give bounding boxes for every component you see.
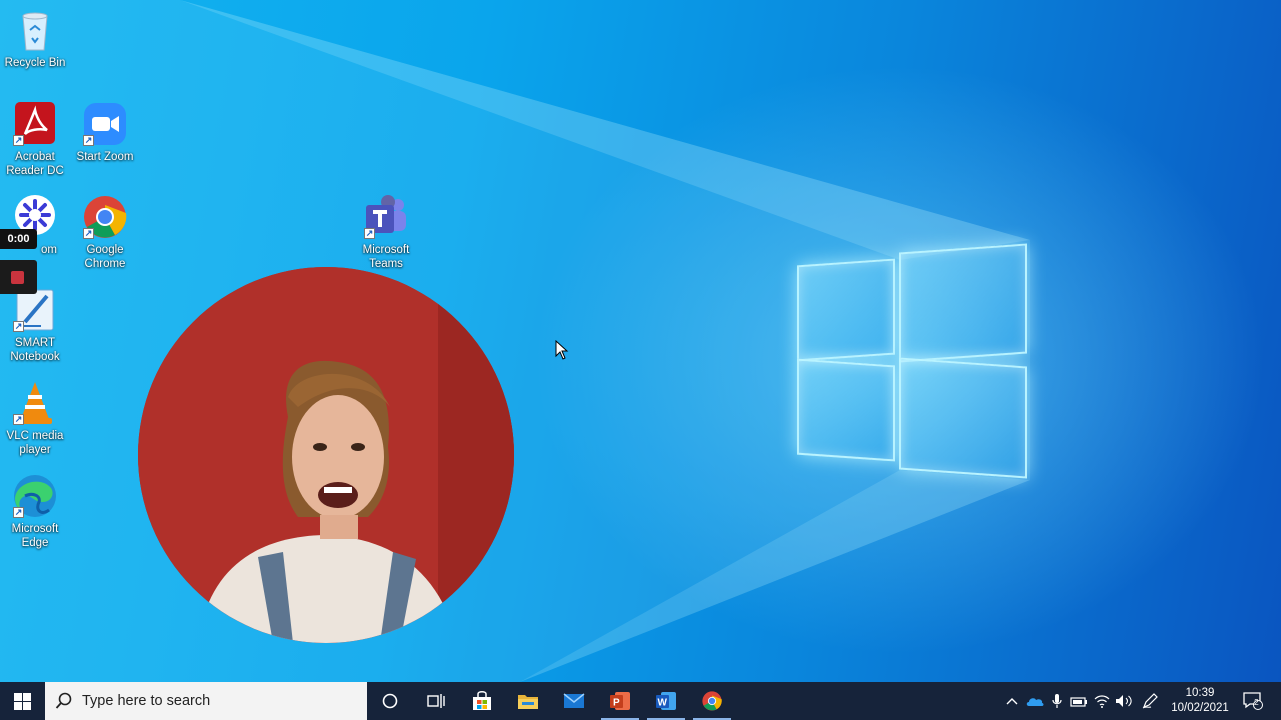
taskbar-file-explorer[interactable] <box>505 682 551 720</box>
desktop-icon-microsoft-edge[interactable]: ↗ Microsoft Edge <box>0 472 70 550</box>
action-center-button[interactable]: 2 <box>1236 682 1270 720</box>
cortana-icon <box>382 693 398 709</box>
task-view-icon <box>427 694 445 708</box>
wifi-icon <box>1094 695 1110 708</box>
start-button[interactable] <box>0 682 45 720</box>
shortcut-arrow-icon: ↗ <box>13 321 24 332</box>
webcam-person-image <box>138 267 514 643</box>
file-explorer-icon <box>518 695 538 709</box>
shortcut-arrow-icon: ↗ <box>83 228 94 239</box>
vlc-icon: ↗ <box>11 379 59 427</box>
desktop-icon-acrobat-reader[interactable]: ↗ Acrobat Reader DC <box>0 100 70 178</box>
desktop-icon-label: VLC media player <box>6 430 64 456</box>
desktop-icon-label: om <box>41 244 57 256</box>
task-view-button[interactable] <box>413 682 459 720</box>
cortana-button[interactable] <box>367 682 413 720</box>
store-icon <box>473 691 491 710</box>
shortcut-arrow-icon: ↗ <box>13 507 24 518</box>
onedrive-icon <box>1026 697 1044 706</box>
word-icon: W <box>656 692 676 710</box>
chrome-icon: ↗ <box>81 193 129 241</box>
volume-button[interactable] <box>1113 682 1135 720</box>
windows-start-icon <box>14 692 31 710</box>
volume-icon <box>1116 695 1132 707</box>
desktop-icon-label: SMART Notebook <box>10 337 60 363</box>
teams-icon: ↗ <box>362 193 410 241</box>
chrome-icon <box>702 691 722 711</box>
pen-icon <box>1142 693 1158 709</box>
taskbar-clock[interactable]: 10:39 10/02/2021 <box>1165 682 1235 720</box>
desktop-icon-label: Start Zoom <box>76 151 134 163</box>
desktop-icon-google-chrome[interactable]: ↗ Google Chrome <box>70 193 140 271</box>
taskbar-mail[interactable] <box>551 682 597 720</box>
clock-time: 10:39 <box>1185 687 1215 699</box>
battery-button[interactable] <box>1068 682 1090 720</box>
edge-icon: ↗ <box>11 472 59 520</box>
desktop-icon-start-zoom[interactable]: ↗ Start Zoom <box>70 100 140 164</box>
taskbar-search-box[interactable]: Type here to search <box>45 682 367 720</box>
recording-timer: 0:00 <box>0 229 37 249</box>
desktop[interactable]: Recycle Bin ↗ Acrobat Reader DC ↗ Start … <box>0 0 1281 682</box>
taskbar-chrome[interactable] <box>689 682 735 720</box>
pen-workspace-button[interactable] <box>1139 682 1161 720</box>
desktop-icon-microsoft-teams[interactable]: ↗ Microsoft Teams <box>351 193 421 271</box>
acrobat-reader-icon: ↗ <box>11 100 59 148</box>
shortcut-arrow-icon: ↗ <box>364 228 375 239</box>
webcam-feed[interactable] <box>138 267 514 643</box>
desktop-icon-smart-notebook[interactable]: ↗ SMART Notebook <box>0 286 70 364</box>
stop-icon <box>11 271 24 284</box>
stop-recording-button[interactable] <box>0 260 37 294</box>
shortcut-arrow-icon: ↗ <box>13 135 24 146</box>
desktop-icon-label: Google Chrome <box>84 244 126 270</box>
taskbar: Type here to search P W 10:39 10/02/2021… <box>0 682 1281 720</box>
desktop-icon-label: Recycle Bin <box>4 57 66 69</box>
taskbar-powerpoint[interactable]: P <box>597 682 643 720</box>
taskbar-word[interactable]: W <box>643 682 689 720</box>
zoom-icon: ↗ <box>81 100 129 148</box>
svg-text:P: P <box>613 698 620 709</box>
microphone-button[interactable] <box>1047 682 1067 720</box>
chevron-up-icon <box>1006 698 1018 705</box>
search-icon <box>55 692 72 709</box>
shortcut-arrow-icon: ↗ <box>83 135 94 146</box>
notification-count: 2 <box>1254 697 1259 707</box>
onedrive-button[interactable] <box>1024 682 1046 720</box>
powerpoint-icon: P <box>610 692 630 710</box>
desktop-icon-vlc-media-player[interactable]: ↗ VLC media player <box>0 379 70 457</box>
desktop-icon-label: Microsoft Edge <box>11 523 59 549</box>
microphone-icon <box>1052 694 1062 708</box>
clock-date: 10/02/2021 <box>1171 702 1229 714</box>
recycle-bin-icon <box>11 6 59 54</box>
desktop-icon-label: Acrobat Reader DC <box>6 151 64 177</box>
mouse-cursor-icon <box>555 340 569 360</box>
search-placeholder: Type here to search <box>82 693 211 709</box>
wifi-button[interactable] <box>1091 682 1113 720</box>
battery-icon <box>1070 697 1087 707</box>
mail-icon <box>563 693 585 708</box>
show-hidden-icons-button[interactable] <box>1002 682 1022 720</box>
shortcut-arrow-icon: ↗ <box>13 414 24 425</box>
desktop-icon-recycle-bin[interactable]: Recycle Bin <box>0 6 70 70</box>
taskbar-store[interactable] <box>459 682 505 720</box>
notifications-icon <box>1243 692 1263 710</box>
svg-text:W: W <box>658 698 668 709</box>
desktop-icon-label: Microsoft Teams <box>362 244 410 270</box>
